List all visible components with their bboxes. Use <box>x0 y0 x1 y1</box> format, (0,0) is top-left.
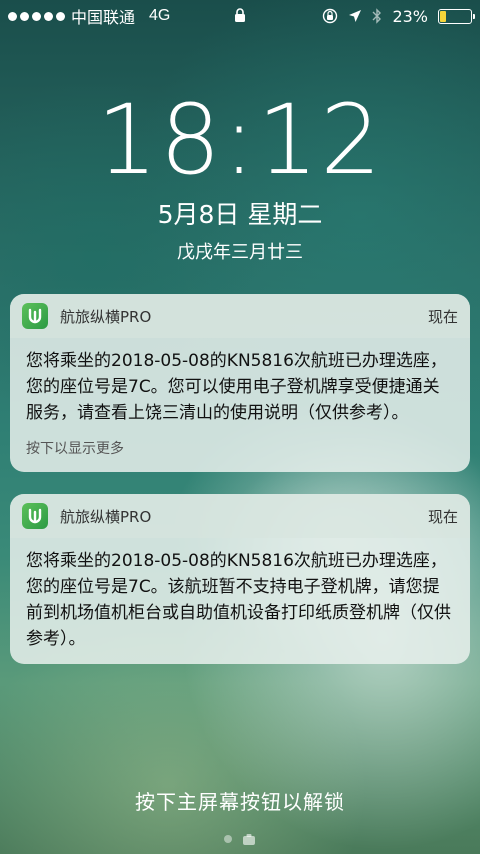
page-indicator <box>0 832 480 846</box>
signal-strength-icon <box>8 11 65 21</box>
notification-card[interactable]: 航旅纵横PRO 现在 您将乘坐的2018-05-08的KN5816次航班已办理选… <box>10 294 470 472</box>
notification-body: 您将乘坐的2018-05-08的KN5816次航班已办理选座，您的座位号是7C。… <box>26 351 447 423</box>
status-right: 23% <box>322 0 475 32</box>
notification-show-more: 按下以显示更多 <box>26 441 124 457</box>
lock-icon <box>235 8 245 22</box>
battery-level <box>440 10 446 22</box>
notification-time: 现在 <box>427 307 458 326</box>
unlock-hint: 按下主屏幕按钮以解锁 <box>135 790 345 814</box>
battery-icon <box>438 8 475 24</box>
notification-time: 现在 <box>427 507 458 526</box>
lock-date: 5月8日 星期二 <box>157 200 323 229</box>
notification-header: 航旅纵横PRO 现在 <box>10 294 470 338</box>
notification-app-name: 航旅纵横PRO <box>60 307 152 326</box>
app-icon <box>22 503 48 529</box>
notification-body: 您将乘坐的2018-05-08的KN5816次航班已办理选座，您的座位号是7C。… <box>26 551 451 649</box>
bluetooth-icon <box>372 8 382 24</box>
lunar-date: 戊戌年三月廿三 <box>177 242 303 263</box>
battery-percentage: 23% <box>392 6 428 26</box>
lock-clock: 18:12 <box>96 84 384 196</box>
notification-header: 航旅纵横PRO 现在 <box>10 494 470 538</box>
notification-app-name: 航旅纵横PRO <box>60 507 152 526</box>
location-icon <box>349 10 362 22</box>
app-icon <box>22 303 48 329</box>
rotation-lock-icon <box>323 8 338 24</box>
page-dot <box>224 835 232 843</box>
notification-card[interactable]: 航旅纵横PRO 现在 您将乘坐的2018-05-08的KN5816次航班已办理选… <box>10 494 470 664</box>
camera-page-icon <box>243 834 255 845</box>
carrier-name: 中国联通 <box>71 10 136 27</box>
network-type: 4G <box>149 7 171 24</box>
